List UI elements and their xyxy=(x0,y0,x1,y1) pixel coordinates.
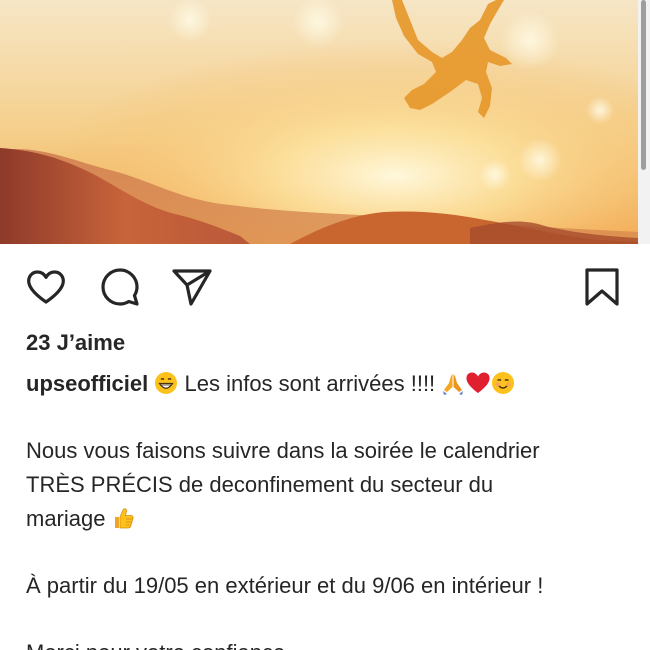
caption-paragraph-2: À partir du 19/05 en extérieur et du 9/0… xyxy=(26,573,544,598)
paragraph1-line1: Nous vous faisons suivre dans la soirée … xyxy=(26,438,540,463)
smiling-face-emoji xyxy=(491,371,515,395)
post-photo[interactable] xyxy=(0,0,638,244)
scrollbar-thumb[interactable] xyxy=(641,0,646,170)
likes-count[interactable]: 23 J’aime xyxy=(26,329,125,357)
folded-hands-emoji xyxy=(441,371,465,395)
paper-plane-icon[interactable] xyxy=(170,265,214,309)
sunset-jump-photo xyxy=(0,0,638,244)
instagram-post-screen: 23 J’aime upseofficiel Les infos sont ar… xyxy=(0,0,650,650)
caption-paragraph-1: Nous vous faisons suivre dans la soirée … xyxy=(26,434,626,536)
thumbs-up-emoji xyxy=(112,506,134,530)
caption-headline: Les infos sont arrivées !!!! xyxy=(184,371,436,396)
post-action-bar xyxy=(0,258,650,314)
caption-first-line: upseofficiel Les infos sont arrivées !!!… xyxy=(26,367,626,401)
post-username[interactable]: upseofficiel xyxy=(26,371,148,396)
paragraph1-line3: mariage xyxy=(26,506,106,531)
red-heart-emoji xyxy=(465,371,491,395)
comment-bubble-icon[interactable] xyxy=(98,265,142,309)
paragraph1-line2: TRÈS PRÉCIS de deconfinement du secteur … xyxy=(26,472,494,497)
bookmark-icon[interactable] xyxy=(580,265,624,309)
caption-paragraph-3: Merci pour votre confiance xyxy=(26,636,626,650)
heart-icon[interactable] xyxy=(24,265,68,309)
grinning-face-emoji xyxy=(154,371,178,395)
post-caption: upseofficiel Les infos sont arrivées !!!… xyxy=(26,367,626,650)
